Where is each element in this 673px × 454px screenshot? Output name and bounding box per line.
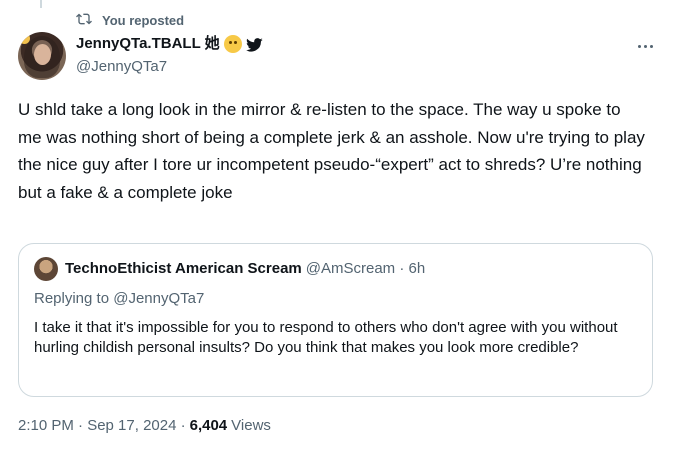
author-avatar[interactable] [18,32,66,80]
tweet-text: U shld take a long look in the mirror & … [18,100,645,202]
more-options-icon[interactable] [631,36,659,56]
views-count: 6,404 [189,417,228,434]
author-block: JennyQTa.TBALL 她 @JennyQTa7 [76,34,263,77]
smiling-face-emoji-icon [223,35,242,53]
avatar-face [34,44,51,65]
bird-icon [245,36,263,53]
quoted-author-name[interactable]: TechnoEthicist American Scream [65,259,302,279]
quoted-author-avatar[interactable] [34,257,58,281]
quoted-tweet-text: I take it that it's impossible for you t… [34,319,618,356]
avatar-badge [19,33,30,44]
author-display-name[interactable]: JennyQTa.TBALL 她 [76,34,220,54]
thread-line [40,0,42,8]
repost-icon [76,11,92,30]
replying-to-label: Replying to @JennyQTa7 [34,290,205,307]
quoted-tweet-card[interactable]: TechnoEthicist American Scream @AmScream… [18,243,653,397]
views-label: Views [231,417,271,434]
quoted-author-handle-time: @AmScream · 6h [305,260,426,277]
author-handle[interactable]: @JennyQTa7 [76,57,263,77]
tweet-footer: 2:10 PM · Sep 17, 2024 · 6,404 Views [18,416,271,436]
repost-indicator: You reposted [76,11,184,30]
repost-label: You reposted [102,13,185,28]
tweet-timestamp[interactable]: 2:10 PM · Sep 17, 2024 · [18,416,186,436]
